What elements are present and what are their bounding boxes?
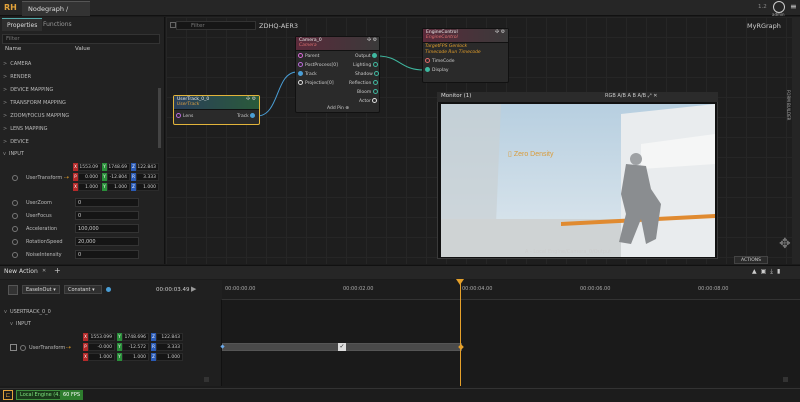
tick-label: 00:00:06.00 <box>580 286 611 292</box>
pin-dot-icon <box>425 58 430 63</box>
matrix-cell[interactable]: 1.000 <box>156 353 183 361</box>
playhead-handle[interactable] <box>456 279 464 285</box>
pin-dot-icon <box>372 53 378 58</box>
node-subtitle: Camera <box>299 43 317 48</box>
engine-info-line2: Timecode Run Timecode <box>425 50 481 55</box>
timeline-toolbar: ▲▣⤓▮ <box>752 268 784 276</box>
curve-edit-icon[interactable]: ✓ <box>338 343 346 351</box>
node-controls-icon[interactable]: ✣ ⚙ <box>246 96 256 102</box>
pin-dot-icon <box>298 53 303 58</box>
mode-dropdown[interactable]: Constant ▾ <box>64 285 102 294</box>
timeline-tab-bar <box>0 265 800 279</box>
link-icon[interactable]: ⇢ <box>66 344 71 351</box>
chevron-down-icon: ▾ <box>53 287 56 293</box>
matrix-cell[interactable]: 1553.099 <box>88 333 115 341</box>
pin-track-out[interactable]: Track <box>237 113 257 119</box>
delete-icon[interactable]: ▮ <box>777 268 784 275</box>
chevron-down-icon: ▾ <box>92 287 95 293</box>
wire-track <box>256 71 298 117</box>
navigate-icon[interactable]: ✥ <box>779 236 791 252</box>
close-icon[interactable]: ✕ <box>653 93 657 99</box>
node-controls-icon[interactable]: ✣ ⚙ <box>367 37 377 43</box>
node-subtitle: UserTrack <box>177 102 200 107</box>
track-transform-label: UserTransform <box>29 345 66 351</box>
fps-badge: 60 FPS <box>60 390 84 400</box>
add-pin-button[interactable]: Add Pin ⊕ <box>327 106 349 111</box>
playhead[interactable] <box>460 280 461 386</box>
track-usertrack[interactable]: v USERTRACK_0_0 <box>4 309 51 315</box>
tab-new-action[interactable]: New Action <box>4 268 38 275</box>
chevron-down-icon: v <box>10 321 13 327</box>
tick-label: 00:00:04.00 <box>462 286 493 292</box>
track-options-icon[interactable] <box>10 344 17 351</box>
pin-reflection[interactable]: Reflection <box>349 80 380 86</box>
node-controls-icon[interactable]: ✣ ⚙ <box>495 29 505 35</box>
scroll-right-icon[interactable] <box>783 377 788 382</box>
close-icon[interactable]: ✕ <box>42 268 46 274</box>
tick-label: 00:00:00.00 <box>225 286 256 292</box>
pin-track[interactable]: Track <box>298 71 317 77</box>
pin-dot-icon <box>374 71 380 76</box>
scroll-left-icon[interactable] <box>204 377 209 382</box>
monitor-preview-image <box>441 104 715 257</box>
current-time: 00:00:03.49 <box>156 287 190 293</box>
status-bar <box>0 388 800 402</box>
pin-bloom[interactable]: Bloom <box>357 89 380 95</box>
pin-postprocess[interactable]: PostProcess[0] <box>298 62 338 68</box>
save-icon[interactable]: ▣ <box>761 268 771 275</box>
pin-dot-icon <box>372 62 378 67</box>
pin-actor[interactable]: Actor <box>359 98 379 104</box>
node-subtitle: EngineControl <box>426 35 458 40</box>
pin-dot-icon <box>372 89 378 94</box>
pin-dot-icon <box>298 80 303 85</box>
matrix-cell[interactable]: -0.000 <box>88 343 115 351</box>
monitor-toolbar[interactable]: RGB A/B A B A/B ⤢ ✕ <box>605 93 657 99</box>
zd-mark-icon: ▯ <box>508 151 512 158</box>
matrix-cell[interactable]: -12.572 <box>122 343 149 351</box>
matrix-cell[interactable]: 1.000 <box>88 353 115 361</box>
matrix-cell[interactable]: 1748.696 <box>122 333 149 341</box>
export-icon[interactable]: ⤓ <box>770 268 777 275</box>
pin-shadow[interactable]: Shadow <box>355 71 381 77</box>
chevron-down-icon: v <box>4 309 7 315</box>
pin-dot-icon <box>372 98 378 103</box>
pin-dot-icon <box>298 71 303 76</box>
monitor-header <box>437 92 718 102</box>
zero-density-logo: ▯ Zero Density <box>508 151 554 158</box>
pin-projection[interactable]: Projection[0] <box>298 80 334 86</box>
actions-button[interactable]: ACTIONS <box>734 256 768 264</box>
pin-display[interactable]: Display <box>425 67 449 73</box>
pin-lens[interactable]: Lens <box>176 113 193 119</box>
pin-dot-icon <box>298 62 303 67</box>
pin-dot-icon <box>372 80 378 85</box>
pin-lighting[interactable]: Lighting <box>353 62 380 68</box>
matrix-cell[interactable]: 122.843 <box>156 333 183 341</box>
key-indicator-icon <box>106 287 111 292</box>
engine-control-node[interactable]: EngineControl EngineControl <box>422 28 509 83</box>
pin-output[interactable]: Output <box>355 53 379 59</box>
expand-icon[interactable]: ⤢ <box>648 93 652 99</box>
pin-dot-icon <box>425 67 430 72</box>
tick-label: 00:00:02.00 <box>343 286 374 292</box>
pin-dot-icon <box>250 113 256 118</box>
play-icon[interactable]: ▶ <box>191 285 196 293</box>
wire-output-display <box>377 55 425 71</box>
arrow-up-icon[interactable]: ▲ <box>752 268 761 275</box>
track-group-input[interactable]: v INPUT <box>10 321 31 327</box>
add-tab-icon[interactable]: + <box>54 266 61 275</box>
curve-toggle-icon[interactable] <box>8 285 18 295</box>
engine-icon: ⊏ <box>3 390 13 400</box>
ease-dropdown[interactable]: EaseInOut ▾ <box>22 285 60 294</box>
pin-dot-icon <box>176 113 181 118</box>
matrix-cell[interactable]: 1.000 <box>122 353 149 361</box>
pin-timecode[interactable]: TimeCode <box>425 58 455 64</box>
monitor-tool-options[interactable]: RGB A/B A B A/B <box>605 93 646 99</box>
monitor-caption: A - Local Engine/Camera_0/Output <box>525 249 612 255</box>
keyframe-toggle[interactable] <box>20 345 26 351</box>
pin-parent[interactable]: Parent <box>298 53 319 59</box>
monitor-title: Monitor (1) <box>441 93 472 99</box>
matrix-cell[interactable]: 3.333 <box>156 343 183 351</box>
tick-label: 00:00:08.00 <box>698 286 729 292</box>
engine-info-line1: TargetFPS Genlock <box>425 44 468 49</box>
